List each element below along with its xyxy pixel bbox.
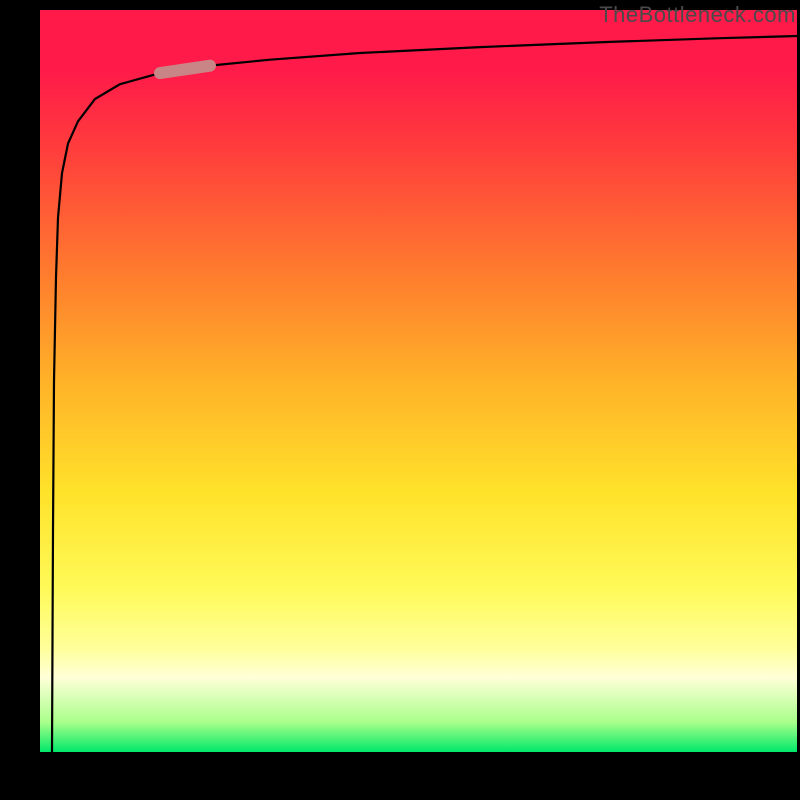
bottleneck-curve — [52, 36, 797, 752]
curve-highlight — [160, 66, 210, 73]
curve-svg — [40, 10, 797, 752]
plot-area — [40, 10, 797, 752]
watermark-text: TheBottleneck.com — [599, 2, 796, 28]
chart-frame: TheBottleneck.com — [0, 0, 800, 800]
